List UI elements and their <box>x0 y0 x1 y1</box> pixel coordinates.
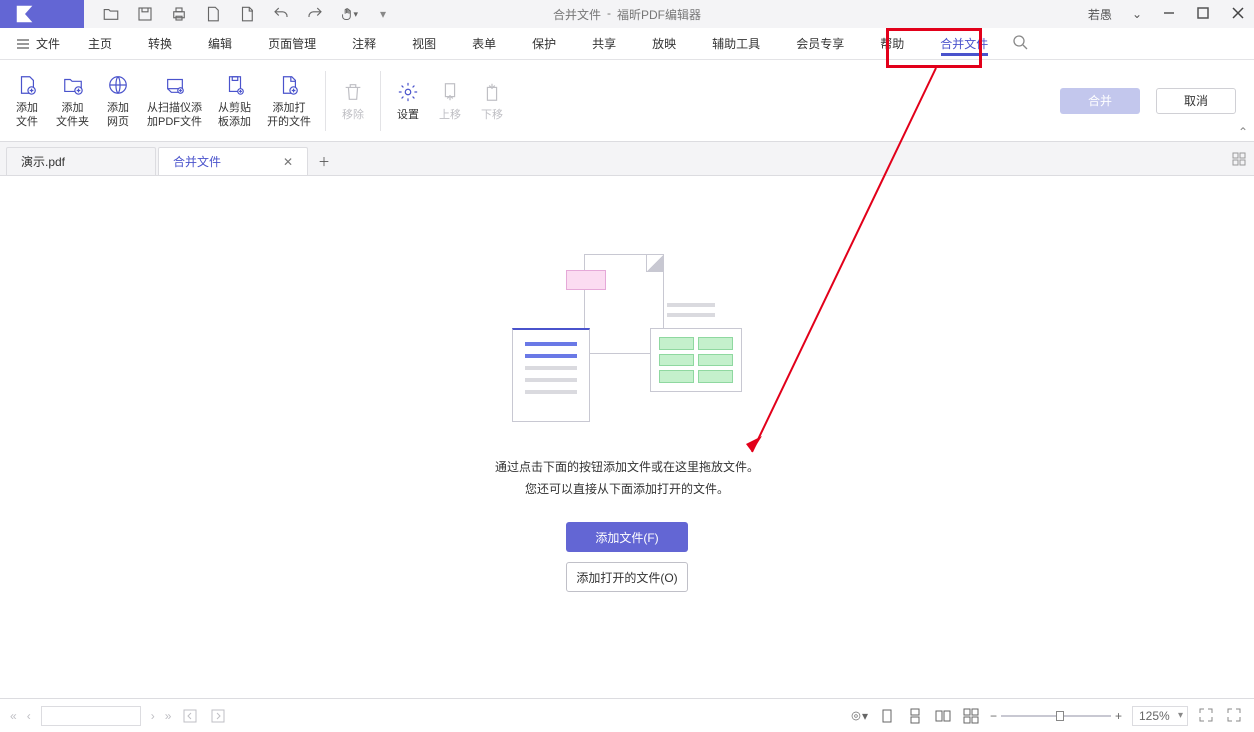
zoom-out-icon[interactable]: − <box>990 709 997 723</box>
ribbon-设置[interactable]: 设置 <box>387 60 429 141</box>
fit-page-icon[interactable] <box>1198 707 1216 725</box>
menu-保护[interactable]: 保护 <box>514 28 574 59</box>
menu-合并文件[interactable]: 合并文件 <box>922 28 1006 59</box>
cancel-button[interactable]: 取消 <box>1156 88 1236 114</box>
add-files-button[interactable]: 添加文件(F) <box>566 522 688 552</box>
fullscreen-icon[interactable] <box>1226 707 1244 725</box>
facing-page-icon[interactable] <box>934 707 952 725</box>
close-button[interactable] <box>1230 5 1246 24</box>
menu-会员专享[interactable]: 会员专享 <box>778 28 862 59</box>
user-dropdown-icon[interactable]: ⌄ <box>1132 7 1142 21</box>
menu-页面管理[interactable]: 页面管理 <box>250 28 334 59</box>
status-bar: « ‹ › » ▾ − + 125% <box>0 698 1254 732</box>
foxit-logo-icon <box>14 3 36 25</box>
user-name[interactable]: 若愚 <box>1088 6 1112 23</box>
continuous-page-icon[interactable] <box>906 707 924 725</box>
zoom-slider[interactable]: − + <box>990 709 1122 723</box>
new-tab-button[interactable]: ＋ <box>310 147 338 175</box>
zoom-value[interactable]: 125% <box>1132 706 1188 726</box>
ribbon-移除: 移除 <box>332 60 374 141</box>
ribbon-下移: 下移 <box>471 60 513 141</box>
illustration <box>512 254 742 434</box>
print-icon[interactable] <box>170 5 188 23</box>
ribbon-toolbar: 添加文件添加文件夹添加网页从扫描仪添加PDF文件从剪贴板添加添加打开的文件移除设… <box>0 60 1254 142</box>
ribbon-添加网页[interactable]: 添加网页 <box>97 60 139 141</box>
page-nav-fwd-icon[interactable] <box>209 707 227 725</box>
title-doc: 合并文件 <box>553 6 601 23</box>
zoom-in-icon[interactable]: + <box>1115 709 1122 723</box>
qat-dropdown-icon[interactable]: ▾ <box>374 5 392 23</box>
ribbon-icon <box>479 79 505 105</box>
first-page-icon[interactable]: « <box>10 709 17 723</box>
ribbon-添加文件夹[interactable]: 添加文件夹 <box>48 60 97 141</box>
instruction-text: 通过点击下面的按钮添加文件或在这里拖放文件。 您还可以直接从下面添加打开的文件。 <box>495 456 759 500</box>
merge-button: 合并 <box>1060 88 1140 114</box>
open-icon[interactable] <box>102 5 120 23</box>
menu-转换[interactable]: 转换 <box>130 28 190 59</box>
page-nav-back-icon[interactable] <box>181 707 199 725</box>
ribbon-icon <box>395 79 421 105</box>
ribbon-icon <box>222 72 248 98</box>
tab-合并文件[interactable]: 合并文件✕ <box>158 147 308 175</box>
undo-icon[interactable] <box>272 5 290 23</box>
menu-视图[interactable]: 视图 <box>394 28 454 59</box>
hand-tool-icon[interactable]: ▾ <box>340 5 358 23</box>
title-app: 福昕PDF编辑器 <box>617 6 701 23</box>
ribbon-从剪贴板添加[interactable]: 从剪贴板添加 <box>210 60 259 141</box>
window-controls: 若愚 ⌄ <box>1088 5 1246 24</box>
merge-drop-area[interactable]: 通过点击下面的按钮添加文件或在这里拖放文件。 您还可以直接从下面添加打开的文件。… <box>0 176 1254 670</box>
tab-演示.pdf[interactable]: 演示.pdf <box>6 147 156 175</box>
search-icon[interactable] <box>1012 34 1028 53</box>
close-tab-icon[interactable]: ✕ <box>283 155 293 169</box>
app-logo <box>0 0 84 28</box>
add-open-files-button[interactable]: 添加打开的文件(O) <box>566 562 688 592</box>
window-title: 合并文件 - 福昕PDF编辑器 <box>553 6 701 23</box>
ribbon-icon <box>105 72 131 98</box>
page-number-input[interactable] <box>41 706 141 726</box>
ribbon-icon <box>60 72 86 98</box>
ribbon-icon <box>340 79 366 105</box>
ribbon-icon <box>437 79 463 105</box>
ribbon-icon <box>14 72 40 98</box>
ribbon-上移: 上移 <box>429 60 471 141</box>
ribbon-icon <box>276 72 302 98</box>
blank-doc-icon[interactable] <box>204 5 222 23</box>
last-page-icon[interactable]: » <box>165 709 172 723</box>
quick-access-toolbar: ▾ ▾ <box>84 5 392 23</box>
ribbon-添加打开的文件[interactable]: 添加打开的文件 <box>259 60 319 141</box>
menu-编辑[interactable]: 编辑 <box>190 28 250 59</box>
menu-file[interactable]: 文件 <box>6 35 70 52</box>
menu-bar: 文件 主页转换编辑页面管理注释视图表单保护共享放映辅助工具会员专享帮助合并文件 <box>0 28 1254 60</box>
title-bar: ▾ ▾ 合并文件 - 福昕PDF编辑器 若愚 ⌄ <box>0 0 1254 28</box>
prev-page-icon[interactable]: ‹ <box>27 709 31 723</box>
menu-帮助[interactable]: 帮助 <box>862 28 922 59</box>
redo-icon[interactable] <box>306 5 324 23</box>
ribbon-添加文件[interactable]: 添加文件 <box>6 60 48 141</box>
menu-共享[interactable]: 共享 <box>574 28 634 59</box>
ribbon-icon <box>162 72 188 98</box>
menu-主页[interactable]: 主页 <box>70 28 130 59</box>
next-page-icon[interactable]: › <box>151 709 155 723</box>
maximize-button[interactable] <box>1196 6 1210 23</box>
view-tabs-icon[interactable] <box>1232 152 1246 169</box>
document-tab-bar: 演示.pdf合并文件✕ ＋ <box>0 142 1254 176</box>
single-page-icon[interactable] <box>878 707 896 725</box>
collapse-ribbon-icon[interactable]: ⌃ <box>1238 125 1248 139</box>
save-icon[interactable] <box>136 5 154 23</box>
menu-辅助工具[interactable]: 辅助工具 <box>694 28 778 59</box>
hamburger-icon <box>16 37 30 51</box>
menu-放映[interactable]: 放映 <box>634 28 694 59</box>
minimize-button[interactable] <box>1162 6 1176 23</box>
ribbon-从扫描仪添加PDF文件[interactable]: 从扫描仪添加PDF文件 <box>139 60 210 141</box>
menu-注释[interactable]: 注释 <box>334 28 394 59</box>
read-mode-icon[interactable]: ▾ <box>850 707 868 725</box>
new-doc-icon[interactable] <box>238 5 256 23</box>
menu-表单[interactable]: 表单 <box>454 28 514 59</box>
continuous-facing-icon[interactable] <box>962 707 980 725</box>
